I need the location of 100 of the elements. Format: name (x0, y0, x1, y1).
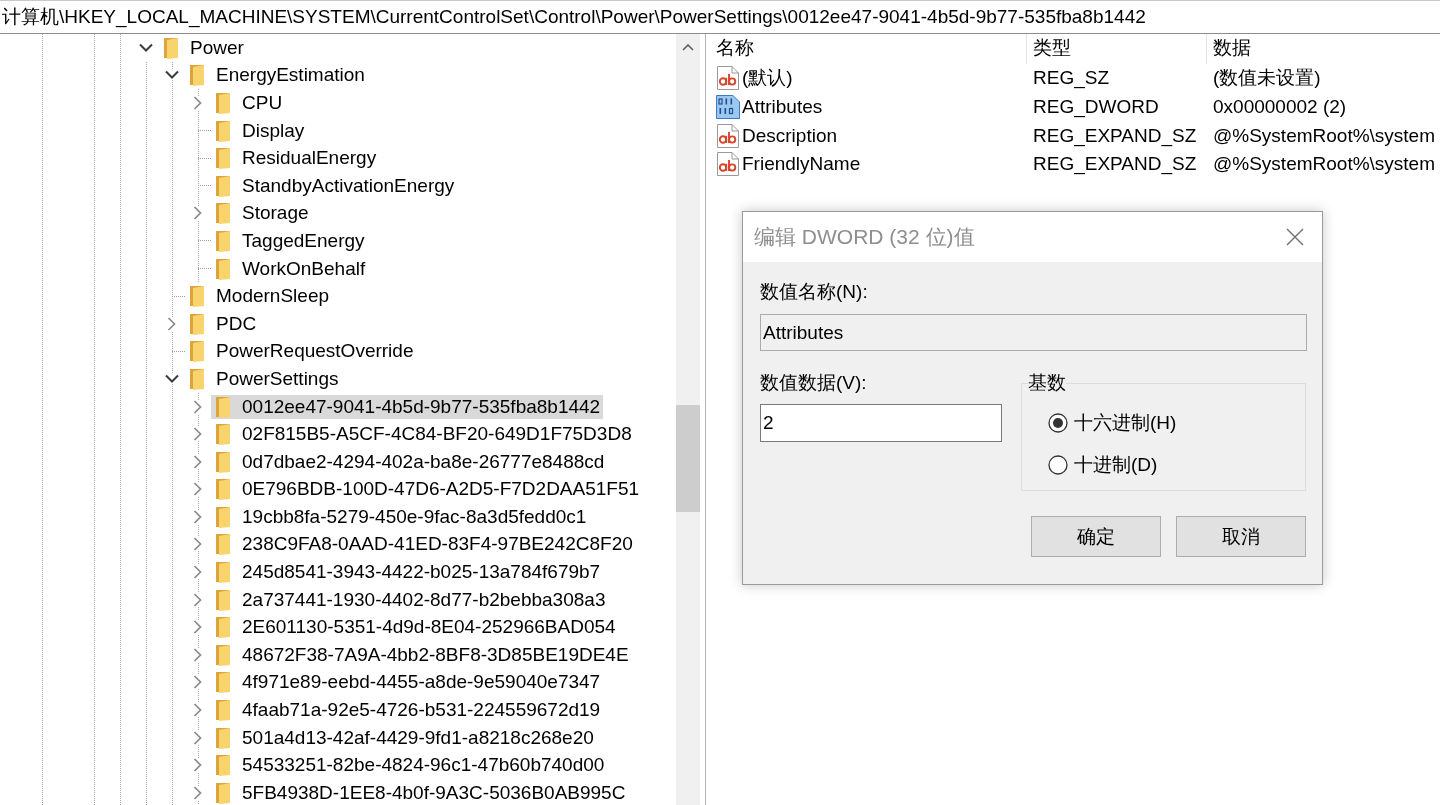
tree-item[interactable]: 5FB4938D-1EE8-4b0f-9A3C-5036B0AB995C (211, 780, 629, 805)
table-cell-text: REG_DWORD (1032, 96, 1160, 119)
folder-icon (216, 423, 230, 446)
tree-item[interactable]: EnergyEstimation (185, 63, 368, 88)
table-cell-text: REG_SZ (1032, 67, 1111, 90)
tree-item[interactable]: Storage (211, 201, 312, 226)
radio-button[interactable] (1048, 413, 1068, 433)
folder-icon (216, 726, 230, 749)
chevron-right-icon[interactable] (193, 482, 203, 497)
cancel-button[interactable]: 取消 (1176, 516, 1306, 557)
scrollbar-thumb[interactable] (676, 405, 700, 512)
dialog-title: 编辑 DWORD (32 位)值 (754, 224, 975, 250)
tree-item[interactable]: 0d7dbae2-4294-402a-ba8e-26777e8488cd (211, 449, 608, 474)
tree-item[interactable]: Display (211, 118, 308, 143)
folder-icon (216, 616, 230, 639)
tree-item[interactable]: 19cbb8fa-5279-450e-9fac-8a3d5fedd0c1 (211, 504, 590, 529)
tree-item[interactable]: 4f971e89-eebd-4455-a8de-9e59040e7347 (211, 670, 604, 695)
folder-icon (216, 257, 230, 280)
folder-icon (216, 119, 230, 142)
folder-icon (216, 229, 230, 252)
tree-item[interactable]: 2E601130-5351-4d9d-8E04-252966BAD054 (211, 615, 619, 640)
chevron-down-icon[interactable] (165, 70, 179, 81)
column-header[interactable]: 数据 (1207, 34, 1440, 64)
tree-item[interactable]: 0E796BDB-100D-47D6-A2D5-F7D2DAA51F51 (211, 477, 643, 502)
tree-item[interactable]: 2a737441-1930-4402-8d77-b2bebba308a3 (211, 587, 609, 612)
chevron-down-icon[interactable] (139, 42, 153, 53)
folder-icon (190, 312, 204, 335)
address-bar[interactable]: 计算机\HKEY_LOCAL_MACHINE\SYSTEM\CurrentControlSet\Control\Power\PowerSettings\0012ee47-9041-4b5d-9b77-535fba8b1442 (0, 0, 1440, 34)
radio-label[interactable]: 十六进制(H) (1074, 410, 1177, 436)
folder-icon (216, 395, 230, 418)
folder-icon (190, 367, 204, 390)
tree-item[interactable]: WorkOnBehalf (211, 256, 369, 281)
chevron-right-icon[interactable] (193, 620, 203, 635)
chevron-right-icon[interactable] (193, 399, 203, 414)
tree-item[interactable]: 0012ee47-9041-4b5d-9b77-535fba8b1442 (211, 394, 604, 419)
table-cell-text: @%SystemRoot%\system (1212, 153, 1436, 176)
scroll-up-icon[interactable] (682, 43, 694, 51)
chevron-right-icon[interactable] (193, 206, 203, 221)
folder-icon (190, 340, 204, 363)
vertical-scrollbar[interactable] (676, 34, 700, 805)
tree-item[interactable]: Power (159, 35, 247, 60)
tree-item[interactable]: 54533251-82be-4824-96c1-47b60b740d00 (211, 753, 608, 778)
tree-item[interactable]: 48672F38-7A9A-4bb2-8BF8-3D85BE19DE4E (211, 642, 632, 667)
tree-item[interactable]: 02F815B5-A5CF-4C84-BF20-649D1F75D3D8 (211, 422, 635, 447)
table-cell-text: REG_EXPAND_SZ (1032, 124, 1198, 147)
chevron-right-icon[interactable] (193, 703, 203, 718)
table-cell-text: (数值未设置) (1212, 66, 1322, 91)
chevron-right-icon[interactable] (193, 785, 203, 800)
tree-item[interactable]: CPU (211, 91, 286, 115)
tree-item[interactable]: 501a4d13-42af-4429-9fd1-a8218c268e20 (211, 725, 597, 750)
chevron-right-icon[interactable] (193, 647, 203, 662)
table-cell: Description (742, 124, 838, 147)
folder-icon (216, 643, 230, 666)
ok-button[interactable]: 确定 (1031, 516, 1161, 557)
chevron-right-icon[interactable] (193, 96, 203, 110)
text-file-icon (716, 123, 740, 148)
tree-item[interactable]: PDC (185, 311, 260, 336)
chevron-right-icon[interactable] (193, 509, 203, 524)
folder-icon (216, 478, 230, 501)
tree-item[interactable]: PowerRequestOverride (185, 339, 417, 364)
folder-icon (216, 781, 230, 804)
table-cell: FriendlyName (742, 153, 861, 176)
folder-icon (190, 285, 204, 308)
tree-item[interactable]: ResidualEnergy (211, 146, 380, 171)
chevron-right-icon[interactable] (193, 730, 203, 745)
folder-icon (216, 174, 230, 197)
tree-item[interactable]: TaggedEnergy (211, 228, 368, 253)
text-file-icon (716, 66, 740, 91)
tree-item[interactable]: 245d8541-3943-4422-b025-13a784f679b7 (211, 560, 604, 585)
table-cell: Attributes (742, 96, 823, 119)
radio-label[interactable]: 十进制(D) (1074, 452, 1158, 478)
folder-icon (190, 64, 204, 87)
folder-icon (216, 450, 230, 473)
name-field[interactable]: Attributes (760, 314, 1307, 351)
folder-icon (216, 202, 230, 225)
chevron-right-icon[interactable] (193, 565, 203, 580)
folder-icon (216, 505, 230, 528)
chevron-right-icon[interactable] (193, 592, 203, 607)
tree-item[interactable]: StandbyActivationEnergy (211, 173, 458, 198)
group-label: 基数 (1028, 371, 1066, 395)
radio-button[interactable] (1048, 455, 1068, 475)
chevron-right-icon[interactable] (167, 316, 177, 331)
table-cell-text: @%SystemRoot%\system (1212, 124, 1436, 147)
value-data-field[interactable]: 2 (760, 404, 1002, 442)
chevron-right-icon[interactable] (193, 427, 203, 442)
chevron-right-icon[interactable] (193, 675, 203, 690)
column-header[interactable]: 类型 (1027, 34, 1207, 64)
chevron-right-icon[interactable] (193, 758, 203, 773)
column-header[interactable]: 名称 (706, 34, 1027, 64)
text-file-icon (716, 152, 740, 177)
folder-icon (216, 533, 230, 556)
folder-icon (216, 588, 230, 611)
chevron-right-icon[interactable] (193, 537, 203, 552)
chevron-right-icon[interactable] (193, 454, 203, 469)
chevron-down-icon[interactable] (165, 373, 179, 384)
tree-item[interactable]: PowerSettings (185, 366, 342, 391)
tree-item[interactable]: 238C9FA8-0AAD-41ED-83F4-97BE242C8F20 (211, 532, 636, 557)
tree-item[interactable]: ModernSleep (185, 284, 333, 309)
tree-item[interactable]: 4faab71a-92e5-4726-b531-224559672d19 (211, 698, 604, 723)
folder-icon (216, 754, 230, 777)
